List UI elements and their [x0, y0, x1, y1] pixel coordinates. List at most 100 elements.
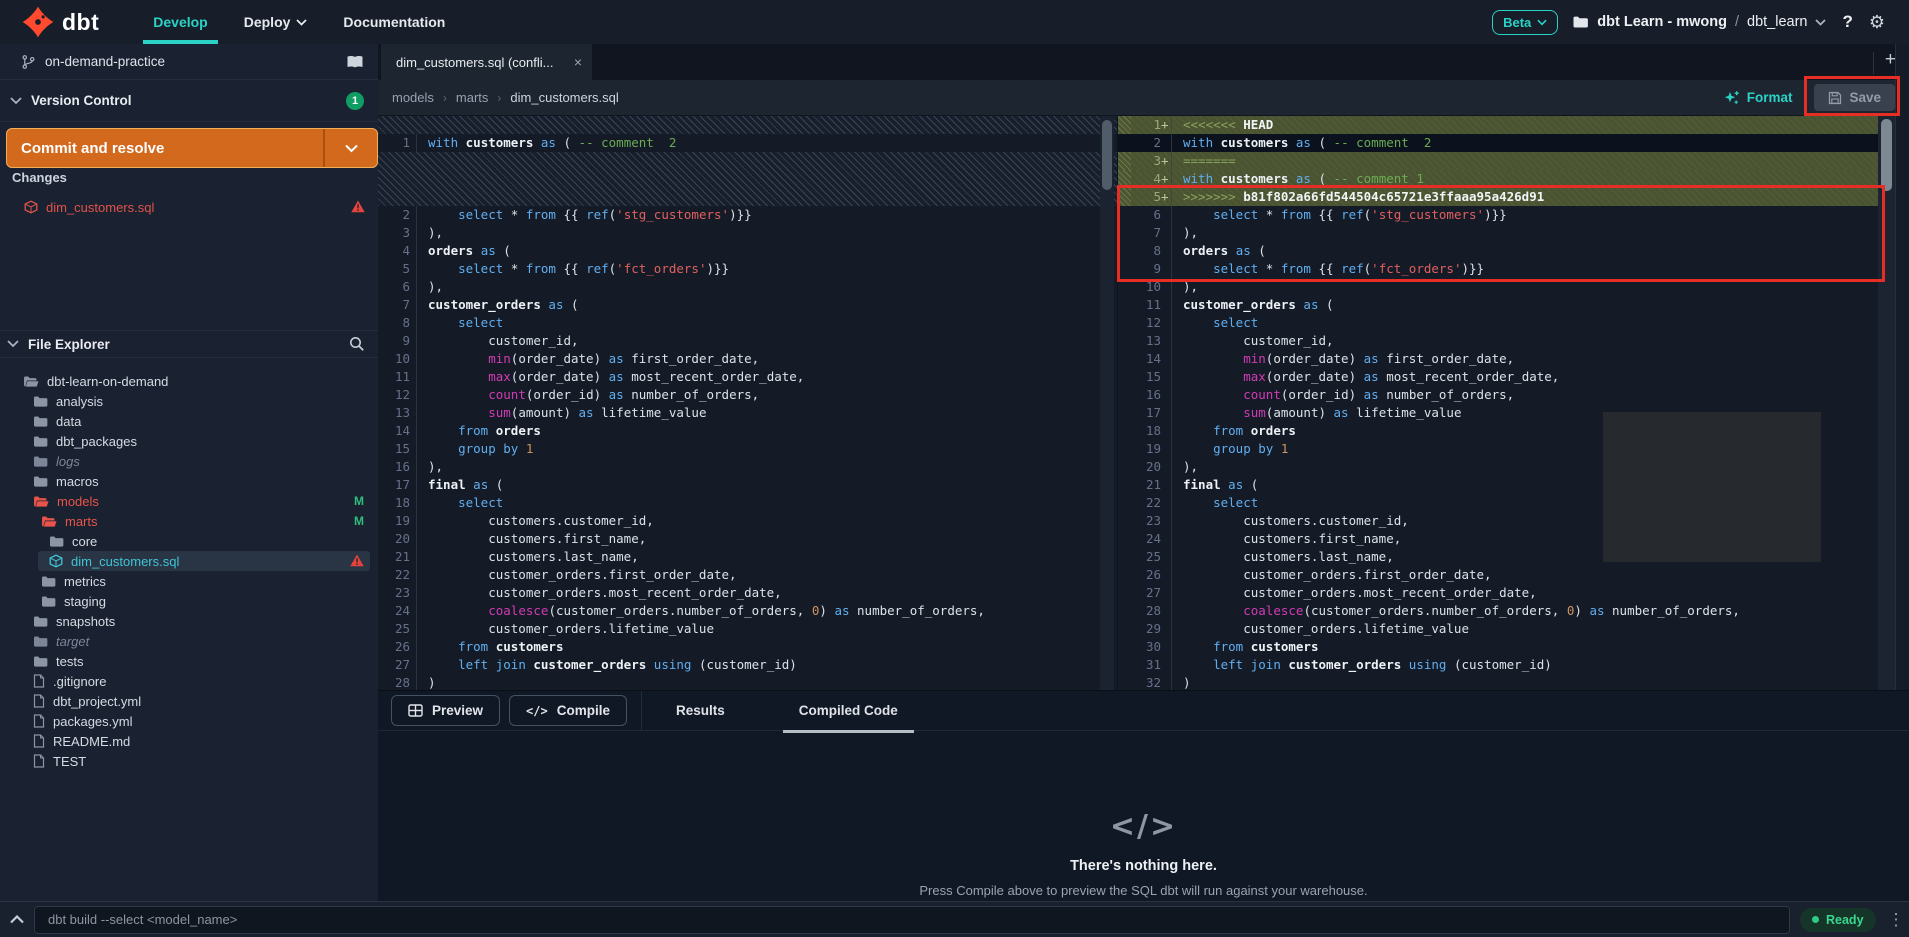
nav-documentation[interactable]: Documentation	[325, 0, 463, 44]
code-line[interactable]: 25 customer_orders.lifetime_value	[378, 620, 1117, 638]
tree-row-target[interactable]: target	[0, 631, 378, 651]
code-line[interactable]: 8 select	[378, 314, 1117, 332]
breadcrumb-marts[interactable]: marts	[456, 90, 489, 105]
command-input[interactable]	[34, 906, 1790, 934]
save-button[interactable]: Save	[1814, 84, 1895, 111]
tab-results[interactable]: Results	[664, 691, 737, 731]
code-line[interactable]: 11 max(order_date) as most_recent_order_…	[378, 368, 1117, 386]
beta-dropdown[interactable]: Beta	[1492, 10, 1558, 35]
code-line[interactable]: 15 group by 1	[378, 440, 1117, 458]
code-line[interactable]: 1+<<<<<<< HEAD	[1118, 116, 1878, 134]
search-icon[interactable]	[349, 336, 365, 352]
dbt-logo[interactable]: dbt	[0, 6, 99, 38]
code-line[interactable]: 3),	[378, 224, 1117, 242]
code-line[interactable]: 32)	[1118, 674, 1878, 690]
tree-row-dbt-packages[interactable]: dbt_packages	[0, 431, 378, 451]
code-line[interactable]: 12 select	[1118, 314, 1878, 332]
code-line[interactable]: 6 select * from {{ ref('stg_customers')}…	[1118, 206, 1878, 224]
tree-row-dbt-learn-on-demand[interactable]: dbt-learn-on-demand	[0, 371, 378, 391]
changed-file-row[interactable]: dim_customers.sql	[0, 196, 378, 218]
commit-and-resolve-button[interactable]: Commit and resolve	[6, 128, 378, 168]
code-line[interactable]: 9 select * from {{ ref('fct_orders')}}	[1118, 260, 1878, 278]
file-explorer-header[interactable]: File Explorer	[0, 330, 378, 358]
code-line[interactable]: 5+>>>>>>> b81f802a66fd544504c65721e3ffaa…	[1118, 188, 1878, 206]
code-line[interactable]: 1with customers as ( -- comment 2	[378, 134, 1117, 152]
code-line[interactable]: 2with customers as ( -- comment 2	[1118, 134, 1878, 152]
tree-row-metrics[interactable]: metrics	[0, 571, 378, 591]
scrollbar-thumb[interactable]	[1102, 120, 1112, 190]
editor-tab-dim-customers[interactable]: dim_customers.sql (confli... ×	[381, 44, 592, 80]
right-pane-scrollbar[interactable]	[1878, 116, 1895, 690]
commit-options-caret[interactable]	[323, 129, 377, 167]
docs-book-icon[interactable]	[346, 55, 364, 69]
code-line[interactable]: 15 max(order_date) as most_recent_order_…	[1118, 368, 1878, 386]
code-line[interactable]: 9 customer_id,	[378, 332, 1117, 350]
code-line[interactable]: 28)	[378, 674, 1117, 690]
chevron-up-icon[interactable]	[0, 915, 34, 924]
chevron-down-icon[interactable]	[1815, 19, 1826, 26]
code-line[interactable]: 7),	[1118, 224, 1878, 242]
tree-row-data[interactable]: data	[0, 411, 378, 431]
code-line[interactable]: 26 from customers	[378, 638, 1117, 656]
code-line[interactable]: 12 count(order_id) as number_of_orders,	[378, 386, 1117, 404]
code-line[interactable]: 16 count(order_id) as number_of_orders,	[1118, 386, 1878, 404]
code-line[interactable]: 14 min(order_date) as first_order_date,	[1118, 350, 1878, 368]
code-line[interactable]: 21 customers.last_name,	[378, 548, 1117, 566]
close-icon[interactable]: ×	[574, 54, 582, 70]
code-line[interactable]: 10 min(order_date) as first_order_date,	[378, 350, 1117, 368]
code-line[interactable]: 20 customers.first_name,	[378, 530, 1117, 548]
code-line[interactable]: 10),	[1118, 278, 1878, 296]
tree-row-core[interactable]: core	[0, 531, 378, 551]
code-line[interactable]: 17final as (	[378, 476, 1117, 494]
tree-row-test[interactable]: TEST	[0, 751, 378, 771]
diff-pane-right[interactable]: 1+<<<<<<< HEAD2with customers as ( -- co…	[1117, 116, 1878, 690]
code-line[interactable]: 13 sum(amount) as lifetime_value	[378, 404, 1117, 422]
compile-button[interactable]: </> Compile	[509, 695, 627, 726]
tree-row-marts[interactable]: martsM	[0, 511, 378, 531]
tree-row-dbt-project-yml[interactable]: dbt_project.yml	[0, 691, 378, 711]
branch-row[interactable]: on-demand-practice	[0, 44, 378, 80]
tree-row-snapshots[interactable]: snapshots	[0, 611, 378, 631]
tree-row-dim-customers-sql[interactable]: dim_customers.sql	[38, 551, 370, 571]
code-line[interactable]: 14 from orders	[378, 422, 1117, 440]
help-icon[interactable]: ?	[1840, 12, 1854, 32]
code-line[interactable]: 30 from customers	[1118, 638, 1878, 656]
format-button[interactable]: Format	[1724, 90, 1793, 106]
gear-icon[interactable]: ⚙	[1869, 12, 1885, 33]
commit-and-resolve-label[interactable]: Commit and resolve	[7, 129, 323, 167]
code-line[interactable]: 5 select * from {{ ref('fct_orders')}}	[378, 260, 1117, 278]
tree-row-packages-yml[interactable]: packages.yml	[0, 711, 378, 731]
code-line[interactable]: 23 customer_orders.most_recent_order_dat…	[378, 584, 1117, 602]
kebab-menu-icon[interactable]: ⋮	[1888, 910, 1905, 930]
code-line[interactable]: 26 customer_orders.first_order_date,	[1118, 566, 1878, 584]
code-line[interactable]: 29 customer_orders.lifetime_value	[1118, 620, 1878, 638]
nav-deploy[interactable]: Deploy	[226, 0, 326, 44]
tree-row-logs[interactable]: logs	[0, 451, 378, 471]
tree-row-macros[interactable]: macros	[0, 471, 378, 491]
account-name[interactable]: dbt Learn - mwong	[1597, 14, 1727, 30]
code-line[interactable]: 18 select	[378, 494, 1117, 512]
tree-row-analysis[interactable]: analysis	[0, 391, 378, 411]
diff-pane-left[interactable]: 1with customers as ( -- comment 2 2 selec…	[378, 116, 1117, 690]
code-line[interactable]: 6),	[378, 278, 1117, 296]
tree-row-models[interactable]: modelsM	[0, 491, 378, 511]
code-line[interactable]: 22 customer_orders.first_order_date,	[378, 566, 1117, 584]
breadcrumb-models[interactable]: models	[392, 90, 434, 105]
code-line[interactable]: 2 select * from {{ ref('stg_customers')}…	[378, 206, 1117, 224]
code-line[interactable]: 4orders as (	[378, 242, 1117, 260]
tree-row--gitignore[interactable]: .gitignore	[0, 671, 378, 691]
code-line[interactable]: 4+with customers as ( -- comment 1	[1118, 170, 1878, 188]
version-control-header[interactable]: Version Control 1	[0, 80, 378, 122]
code-line[interactable]: 31 left join customer_orders using (cust…	[1118, 656, 1878, 674]
code-line[interactable]: 7customer_orders as (	[378, 296, 1117, 314]
code-line[interactable]: 8orders as (	[1118, 242, 1878, 260]
project-name[interactable]: dbt_learn	[1747, 14, 1807, 30]
code-line[interactable]: 13 customer_id,	[1118, 332, 1878, 350]
code-line[interactable]: 16),	[378, 458, 1117, 476]
code-line[interactable]: 11customer_orders as (	[1118, 296, 1878, 314]
tree-row-tests[interactable]: tests	[0, 651, 378, 671]
tab-compiled-code[interactable]: Compiled Code	[787, 691, 910, 731]
code-line[interactable]: 24 coalesce(customer_orders.number_of_or…	[378, 602, 1117, 620]
tree-row-staging[interactable]: staging	[0, 591, 378, 611]
code-line[interactable]: 27 customer_orders.most_recent_order_dat…	[1118, 584, 1878, 602]
